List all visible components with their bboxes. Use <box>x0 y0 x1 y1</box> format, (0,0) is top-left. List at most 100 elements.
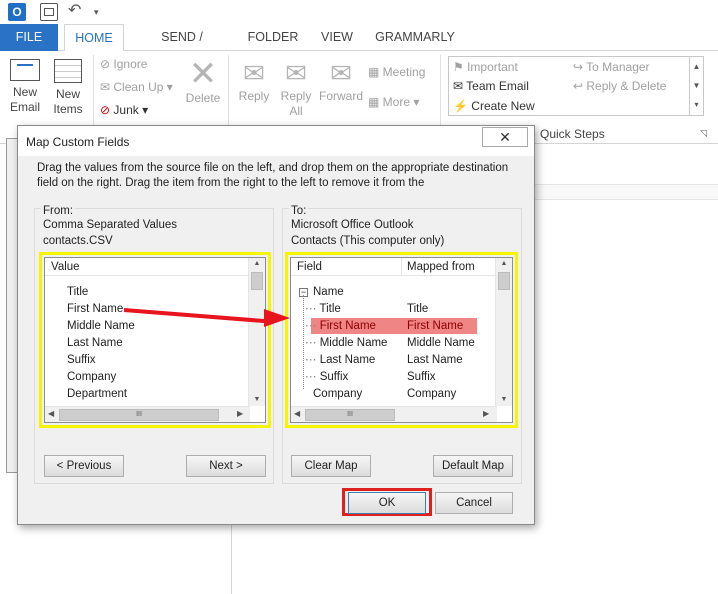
ignore-button[interactable]: ⊘ Ignore <box>100 57 147 72</box>
tree-group-name[interactable]: − Name <box>299 284 344 301</box>
forward-button[interactable]: ✉ Forward <box>318 57 364 104</box>
new-items-label-2: Items <box>53 102 83 116</box>
quick-step-important[interactable]: ⚑ Important <box>453 60 518 75</box>
source-value-suffix[interactable]: Suffix <box>67 352 96 369</box>
ok-button[interactable]: OK <box>348 492 426 514</box>
gallery-scroll[interactable]: ▲ ▼ ▾ <box>689 57 703 115</box>
to-manager-icon: ↪ <box>573 60 587 74</box>
field-column-header[interactable]: Field <box>297 258 322 276</box>
quick-step-reply-delete[interactable]: ↩ Reply & Delete <box>573 79 666 94</box>
customize-toolbar-icon[interactable]: ▾ <box>94 3 112 21</box>
forward-icon: ✉ <box>330 58 352 88</box>
new-items-label-1: New <box>55 87 80 101</box>
team-email-icon: ✉ <box>453 79 467 93</box>
dest-field-last-name: Last Name <box>319 354 376 366</box>
meeting-button[interactable]: ▦ Meeting <box>368 65 425 80</box>
dialog-title: Map Custom Fields <box>26 135 130 149</box>
source-horizontal-scrollbar[interactable]: ◀ III ▶ <box>45 406 250 422</box>
tab-file[interactable]: FILE <box>0 24 58 51</box>
junk-button[interactable]: ⊘ Junk ▾ <box>100 103 148 118</box>
tab-view[interactable]: VIEW <box>314 24 360 51</box>
dest-field-first-name: First Name <box>319 320 376 332</box>
send-receive-icon[interactable] <box>40 3 58 21</box>
dest-row-middle-name[interactable]: ⋯ Middle Name <box>305 335 387 352</box>
envelope-icon <box>10 59 40 81</box>
meeting-label: Meeting <box>382 65 426 79</box>
more-button[interactable]: ▦ More ▾ <box>368 95 419 110</box>
quick-step-team-email[interactable]: ✉ Team Email <box>453 79 529 94</box>
tab-folder[interactable]: FOLDER <box>240 24 306 51</box>
quick-access-toolbar: O ↶ ▾ <box>0 0 718 24</box>
quick-step-reply-delete-label: Reply & Delete <box>586 79 667 93</box>
junk-label: Junk <box>113 103 139 117</box>
next-button[interactable]: Next > <box>186 455 266 477</box>
scroll-up-icon[interactable]: ▲ <box>249 258 265 270</box>
scroll-left-icon[interactable]: ◀ <box>48 409 54 418</box>
source-column-header[interactable]: Value <box>45 258 250 276</box>
destination-horizontal-scrollbar[interactable]: ◀ III ▶ <box>291 406 497 422</box>
undo-icon[interactable]: ↶ <box>68 3 86 21</box>
source-value-first-name[interactable]: First Name <box>67 301 123 318</box>
source-vertical-scrollbar[interactable]: ▲ ▼ <box>248 258 265 406</box>
source-value-last-name[interactable]: Last Name <box>67 335 123 352</box>
ribbon-tabs: FILE HOME SEND / RECEIVE FOLDER VIEW GRA… <box>0 24 718 71</box>
cancel-button[interactable]: Cancel <box>435 492 513 514</box>
dest-row-company[interactable]: Company <box>313 386 362 403</box>
tab-home[interactable]: HOME <box>64 24 124 52</box>
scroll-up-icon[interactable]: ▲ <box>496 258 512 270</box>
dest-mapped-first-name: First Name <box>407 320 464 332</box>
dest-field-title: Title <box>319 303 341 315</box>
quick-steps-group-label: Quick Steps <box>540 127 605 141</box>
clean-up-label: Clean Up <box>113 80 164 94</box>
hscroll-thumb[interactable]: III <box>59 409 219 421</box>
dialog-title-bar: Map Custom Fields ✕ <box>18 126 534 156</box>
source-field-list[interactable]: Value Title First Name Middle Name Last … <box>44 257 266 423</box>
dest-field-middle-name: Middle Name <box>319 337 388 349</box>
dest-mapped-suffix: Suffix <box>407 371 436 383</box>
reply-all-button[interactable]: ✉ Reply All <box>276 57 316 119</box>
more-icon: ▦ <box>368 95 383 109</box>
from-source: Comma Separated Values <box>43 219 178 231</box>
new-items-button[interactable]: New Items <box>48 59 88 117</box>
dest-mapped-company: Company <box>407 388 457 400</box>
new-email-button[interactable]: New Email <box>6 59 44 115</box>
dest-row-suffix[interactable]: ⋯ Suffix <box>305 369 348 386</box>
dest-field-company: Company <box>313 388 363 400</box>
hscroll-thumb[interactable]: III <box>305 409 395 421</box>
junk-icon: ⊘ <box>100 103 114 117</box>
close-button[interactable]: ✕ <box>482 127 528 147</box>
destination-field-list[interactable]: Field Mapped from − Name ⋯ Title Title ⋯ … <box>290 257 513 423</box>
tab-send-receive[interactable]: SEND / RECEIVE <box>132 24 232 71</box>
meeting-icon: ▦ <box>368 65 383 79</box>
source-value-department[interactable]: Department <box>67 386 127 403</box>
dialog-launcher-icon[interactable]: ◹ <box>700 128 707 139</box>
reply-all-label-2: All <box>289 104 303 118</box>
clean-up-button[interactable]: ✉ Clean Up ▾ <box>100 80 173 95</box>
delete-button[interactable]: ✕ Delete <box>184 57 222 106</box>
scroll-left-icon[interactable]: ◀ <box>294 409 300 418</box>
scroll-right-icon[interactable]: ▶ <box>237 409 243 418</box>
mapped-from-column-header[interactable]: Mapped from <box>407 258 475 276</box>
scroll-right-icon[interactable]: ▶ <box>483 409 489 418</box>
destination-vertical-scrollbar[interactable]: ▲ ▼ <box>495 258 512 406</box>
dest-row-title[interactable]: ⋯ Title <box>305 301 341 318</box>
reply-label: Reply <box>238 89 270 103</box>
previous-button[interactable]: < Previous <box>44 455 124 477</box>
clear-map-button[interactable]: Clear Map <box>291 455 371 477</box>
map-custom-fields-dialog: Map Custom Fields ✕ Drag the values from… <box>17 125 535 525</box>
source-value-company[interactable]: Company <box>67 369 116 386</box>
flag-icon: ⚑ <box>453 60 468 74</box>
reply-button[interactable]: ✉ Reply <box>234 57 274 104</box>
default-map-button[interactable]: Default Map <box>433 455 513 477</box>
quick-step-to-manager[interactable]: ↪ To Manager <box>573 60 650 75</box>
tab-grammarly[interactable]: GRAMMARLY <box>370 24 460 51</box>
source-value-title[interactable]: Title <box>67 284 88 301</box>
dest-row-last-name[interactable]: ⋯ Last Name <box>305 352 375 369</box>
quick-step-create-new[interactable]: ⚡ Create New <box>453 99 535 114</box>
quick-step-important-label: Important <box>467 60 518 74</box>
quick-step-to-manager-label: To Manager <box>586 60 650 74</box>
scroll-down-icon[interactable]: ▼ <box>496 394 512 406</box>
scroll-down-icon[interactable]: ▼ <box>249 394 265 406</box>
dest-row-first-name[interactable]: ⋯ First Name <box>305 318 376 335</box>
instructions-text: Drag the values from the source file on … <box>37 162 509 189</box>
